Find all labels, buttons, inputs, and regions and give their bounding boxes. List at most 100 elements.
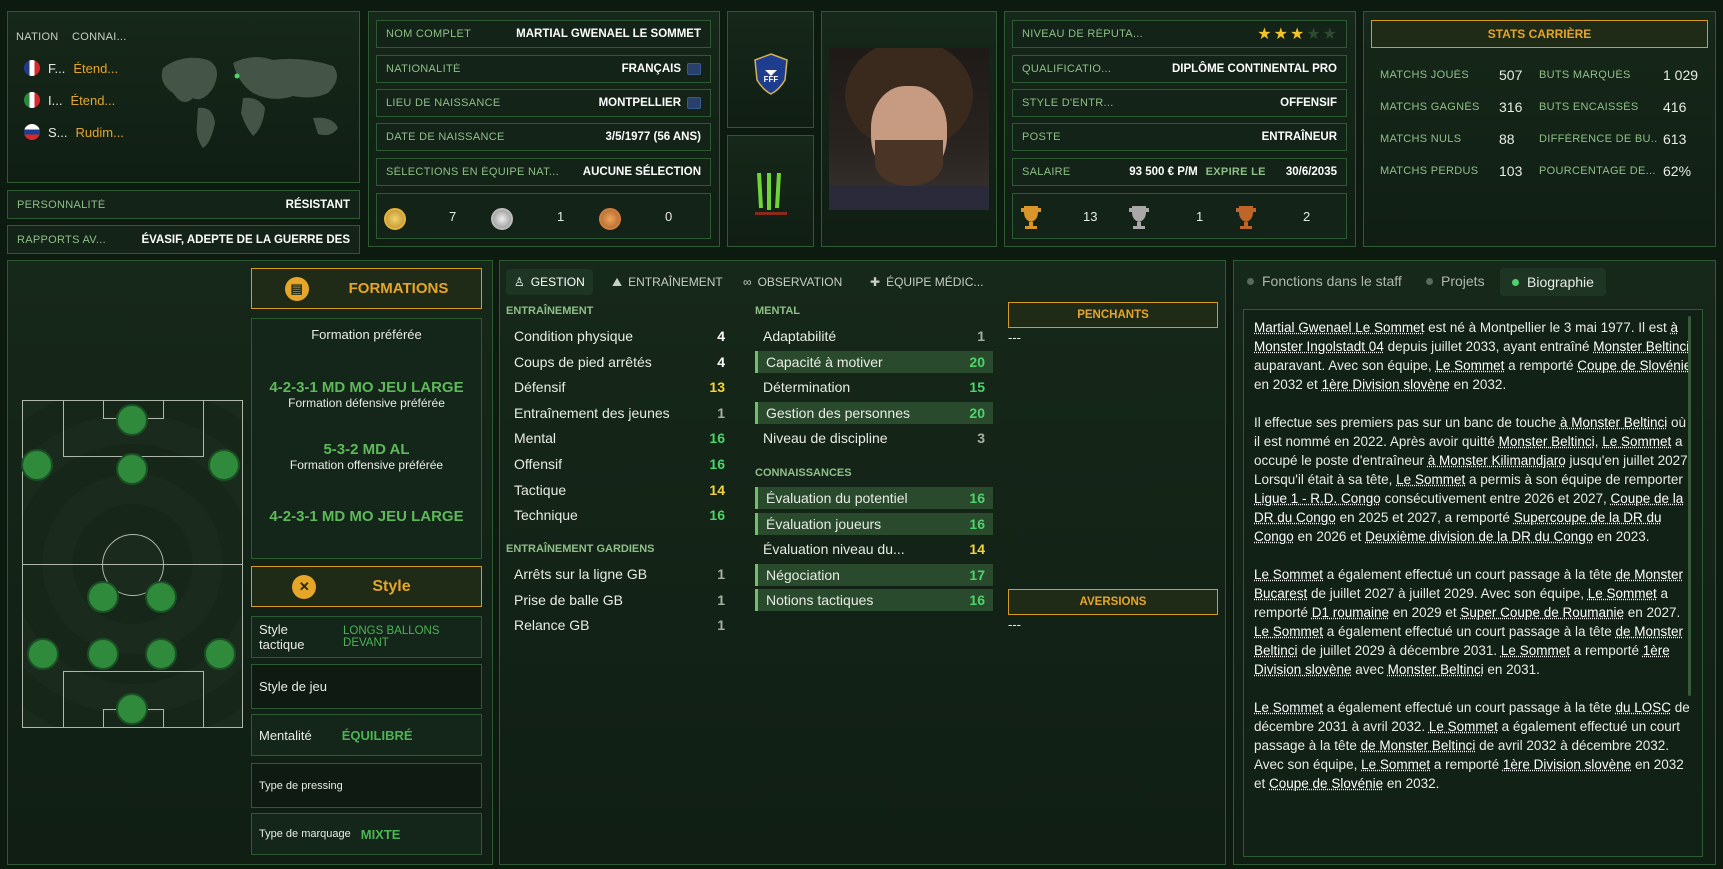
attribute-row[interactable]: Adaptabilité 1 [755,325,993,347]
preferred-formation[interactable]: 4-2-3-1 MD MO JEU LARGE [252,508,481,525]
world-map [161,57,338,148]
career-stat-label: BUTS MARQUÉS [1539,69,1631,81]
attribute-row[interactable]: Gestion des personnes 20 [755,401,993,424]
attribute-row[interactable]: Niveau de discipline 3 [755,427,993,449]
media-row: RAPPORTS AV... ÉVASIF, ADEPTE DE LA GUER… [7,225,360,254]
birthdate-label: DATE DE NAISSANCE [386,131,505,143]
bio-link[interactable]: Monster Beltinci [1593,339,1689,354]
bio-link[interactable]: Le Sommet [1435,358,1504,373]
player-marker[interactable] [27,638,59,670]
tab-observation[interactable]: ∞ OBSERVATION [735,269,850,295]
attribute-row[interactable]: Détermination 15 [755,376,993,398]
player-marker[interactable] [87,581,119,613]
tab-staff-functions[interactable]: Fonctions dans le staff [1247,273,1402,289]
attribute-row[interactable]: Relance GB 1 [506,614,733,636]
player-marker[interactable] [145,638,177,670]
player-marker[interactable] [145,581,177,613]
defensive-formation[interactable]: 4-2-3-1 MD MO JEU LARGE [252,379,481,396]
attribute-row[interactable]: Évaluation du potentiel 16 [755,487,993,509]
player-marker[interactable] [116,453,148,485]
bio-link[interactable]: du LOSC [1615,700,1671,715]
position-label: POSTE [1022,131,1061,143]
attribute-value: 1 [717,591,725,608]
formations-header[interactable]: ▤ FORMATIONS [251,268,482,309]
bio-link[interactable]: Le Sommet [1254,700,1323,715]
nation-row[interactable]: I... Étend... [24,92,115,108]
player-marker[interactable] [87,638,119,670]
attribute-row[interactable]: Technique 16 [506,504,733,526]
attribute-row[interactable]: Coups de pied arrêtés 4 [506,351,733,373]
bio-link[interactable]: Le Sommet [1361,757,1430,772]
bio-link[interactable]: Le Sommet [1602,434,1671,449]
attribute-row[interactable]: Mental 16 [506,427,733,449]
career-stat-value: 507 [1499,67,1523,83]
attribute-value: 1 [977,328,985,344]
salary-row[interactable]: SALAIRE 93 500 € P/M EXPIRE LE 30/6/2035 [1012,158,1347,186]
bio-link[interactable]: Martial Gwenael Le Sommet [1254,320,1424,335]
attribute-row[interactable]: Négociation 17 [755,563,993,586]
player-marker[interactable] [116,404,148,436]
player-marker[interactable] [116,693,148,725]
nation-row[interactable]: F... Étend... [24,60,118,76]
bio-link[interactable]: D1 roumaine [1312,605,1389,620]
photo-beard [875,140,943,186]
mental-section-title: MENTAL [755,305,801,317]
bio-link[interactable]: Le Sommet [1429,719,1498,734]
player-marker[interactable] [208,449,240,481]
nation-row[interactable]: S... Rudim... [24,124,124,140]
bio-link[interactable]: Le Sommet [1396,472,1465,487]
birthplace-row[interactable]: LIEU DE NAISSANCE MONTPELLIER [376,89,711,117]
personality-value: RÉSISTANT [285,198,350,211]
bio-link[interactable]: Coupe de Slovénie [1269,776,1383,791]
position-row: POSTE ENTRAÎNEUR [1012,123,1347,151]
tab-entrainement[interactable]: ⛰ ENTRAÎNEMENT [604,269,731,295]
bio-link[interactable]: Deuxième division de la DR du Congo [1365,529,1593,544]
attribute-row[interactable]: Arrêts sur la ligne GB 1 [506,563,733,585]
bio-link[interactable]: Monster Beltinci [1499,434,1595,449]
biography-scrollbar[interactable] [1688,316,1691,696]
federation-logo-panel[interactable]: FFF [727,11,814,128]
tactical-style-row: Style tactique LONGS BALLONS DEVANT [251,616,482,658]
bio-link[interactable]: Coupe de Slovénie [1577,358,1691,373]
tab-projects[interactable]: Projets [1426,273,1485,289]
bio-link[interactable]: Le Sommet [1254,624,1323,639]
bio-link[interactable]: 1ère Division slovène [1503,757,1631,772]
tab-biography[interactable]: Biographie [1500,268,1606,296]
attribute-name: Offensif [514,456,562,472]
bio-link[interactable]: à Monster Kilimandjaro [1428,453,1566,468]
bio-link[interactable]: à Monster Beltinci [1560,415,1667,430]
bio-link[interactable]: de Monster Beltinci [1361,738,1476,753]
player-marker[interactable] [21,449,53,481]
attribute-row[interactable]: Condition physique 4 [506,325,733,347]
offensive-formation[interactable]: 5-3-2 MD AL [252,441,481,458]
career-stat-value: 62% [1663,163,1692,179]
attribute-row[interactable]: Notions tactiques 16 [755,589,993,612]
attribute-value: 14 [709,481,725,498]
player-marker[interactable] [204,638,236,670]
bio-link[interactable]: Monster Beltinci [1388,662,1484,677]
attribute-row[interactable]: Capacité à motiver 20 [755,350,993,373]
attribute-row[interactable]: Défensif 13 [506,376,733,398]
bio-link[interactable]: 1ère Division slovène [1322,377,1450,392]
attribute-row[interactable]: Évaluation joueurs 16 [755,512,993,535]
style-header[interactable]: ✕ Style [251,566,482,607]
nationality-row[interactable]: NATIONALITÉ FRANÇAIS [376,55,711,83]
bio-link[interactable]: Le Sommet [1501,643,1570,658]
bio-link[interactable]: Ligue 1 - R.D. Congo [1254,491,1381,506]
attribute-row[interactable]: Offensif 16 [506,453,733,475]
tab-medical[interactable]: ✚ ÉQUIPE MÉDIC... [862,269,991,295]
career-stat-value: 613 [1663,131,1687,147]
club-logo-panel[interactable] [727,135,814,247]
full-name-value: MARTIAL GWENAEL LE SOMMET [516,28,701,40]
gold-trophy-count: 13 [1083,209,1098,224]
tab-gestion[interactable]: ♙ GESTION [506,269,593,295]
career-stat-value: 416 [1663,99,1687,115]
bio-link[interactable]: Le Sommet [1254,567,1323,582]
bio-link[interactable]: Super Coupe de Roumanie [1460,605,1624,620]
attribute-value: 16 [709,456,725,472]
bio-link[interactable]: Le Sommet [1588,586,1657,601]
attribute-row[interactable]: Entraînement des jeunes 1 [506,402,733,424]
attribute-row[interactable]: Prise de balle GB 1 [506,589,733,611]
attribute-row[interactable]: Évaluation niveau du... 14 [755,538,993,560]
attribute-row[interactable]: Tactique 14 [506,479,733,501]
